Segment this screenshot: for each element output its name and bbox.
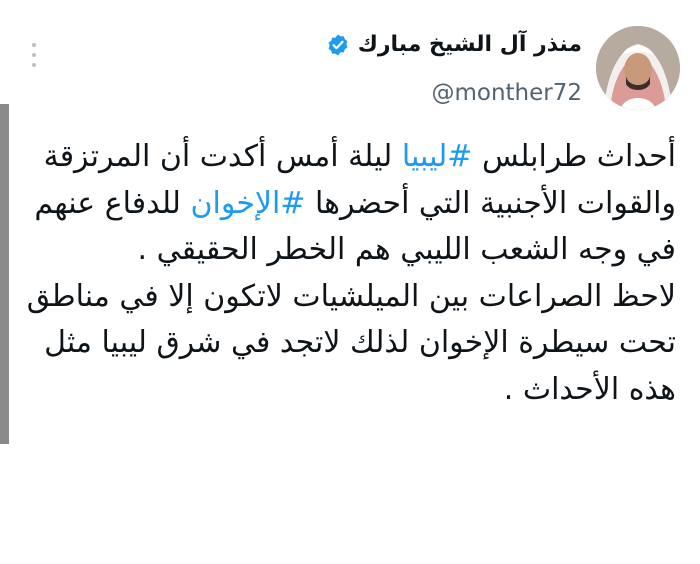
scroll-edge-bar [0, 104, 9, 444]
more-dot-icon [32, 63, 36, 67]
author-display-name[interactable]: منذر آل الشيخ مبارك [358, 32, 582, 57]
avatar[interactable] [596, 26, 680, 110]
avatar-image-icon [596, 26, 680, 110]
tweet-text: أحداث طرابلس #ليبيا ليلة أمس أكدت أن الم… [16, 134, 676, 413]
author-handle[interactable]: @monther72 [431, 80, 582, 106]
tweet-text-segment: أحداث طرابلس [472, 139, 676, 174]
verified-badge-icon [328, 34, 348, 55]
more-options-button[interactable] [22, 38, 46, 72]
hashtag-brotherhood-link[interactable]: #الإخوان [190, 186, 305, 221]
more-dot-icon [32, 43, 36, 47]
tweet-paragraph: أحداث طرابلس #ليبيا ليلة أمس أكدت أن الم… [16, 134, 676, 274]
author-header: منذر آل الشيخ مبارك [326, 32, 582, 57]
more-dot-icon [32, 53, 36, 57]
tweet-paragraph: لاحظ الصراعات بين الميلشيات لاتكون إلا ف… [26, 278, 676, 407]
hashtag-libya-link[interactable]: #ليبيا [402, 139, 473, 174]
